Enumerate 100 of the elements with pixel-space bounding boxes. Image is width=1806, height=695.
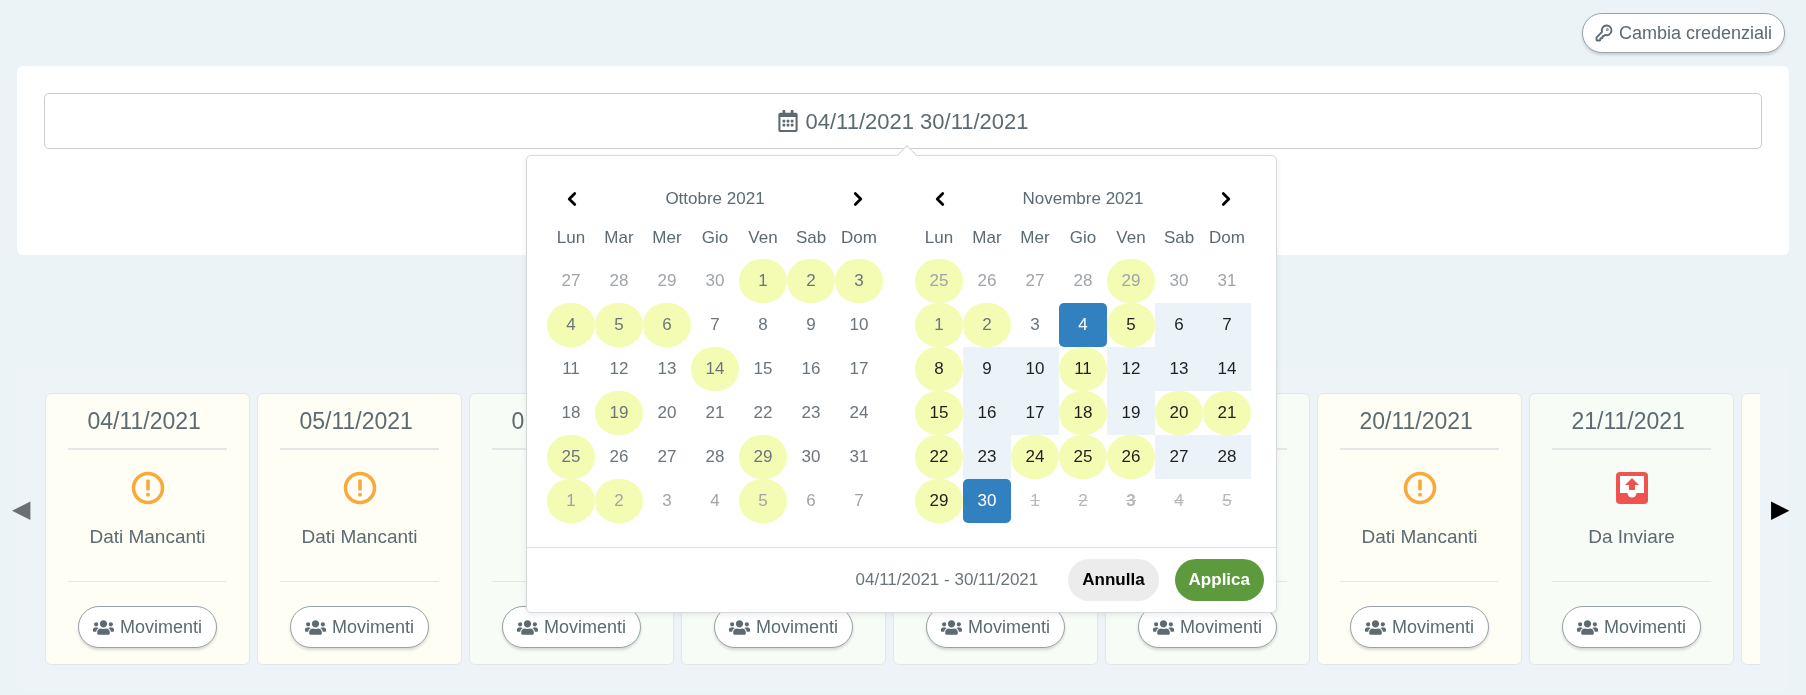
- day-cell[interactable]: 2: [963, 303, 1011, 347]
- change-credentials-button[interactable]: Cambia credenziali: [1581, 13, 1785, 53]
- warning-icon: [342, 471, 377, 505]
- month-title: Novembre 2021: [1022, 188, 1144, 211]
- day-cell[interactable]: 30: [1155, 259, 1203, 303]
- day-cell[interactable]: 14: [691, 347, 739, 391]
- day-cell[interactable]: 29: [739, 435, 787, 479]
- day-cell[interactable]: 16: [963, 391, 1011, 435]
- day-cell[interactable]: 26: [1107, 435, 1155, 479]
- card-date: 04/11/2021: [87, 407, 201, 434]
- date-range-field[interactable]: 04/11/2021 30/11/2021: [44, 93, 1762, 149]
- day-cell[interactable]: 6: [787, 479, 835, 523]
- day-cell[interactable]: 18: [547, 391, 595, 435]
- day-cell[interactable]: 25: [915, 259, 963, 303]
- day-cell[interactable]: 12: [1107, 347, 1155, 391]
- day-cell[interactable]: 20: [643, 391, 691, 435]
- day-cell[interactable]: 23: [787, 391, 835, 435]
- movements-button[interactable]: Movimenti: [1562, 606, 1701, 648]
- day-cell[interactable]: 25: [547, 435, 595, 479]
- weekday-label: Ven: [1115, 227, 1147, 250]
- day-cell[interactable]: 23: [963, 435, 1011, 479]
- day-cell[interactable]: 7: [1203, 303, 1251, 347]
- next-arrow[interactable]: ▶: [1771, 491, 1789, 527]
- day-cell[interactable]: 6: [1155, 303, 1203, 347]
- day-cell[interactable]: 21: [1203, 391, 1251, 435]
- day-cell[interactable]: 25: [1059, 435, 1107, 479]
- weekday-label: Ven: [747, 227, 779, 250]
- day-cell[interactable]: 1: [739, 259, 787, 303]
- day-cell[interactable]: 27: [547, 259, 595, 303]
- weekday-label: Mer: [651, 227, 683, 250]
- day-cell[interactable]: 24: [1011, 435, 1059, 479]
- day-cell[interactable]: 22: [739, 391, 787, 435]
- movements-button[interactable]: Movimenti: [78, 606, 217, 648]
- date-range-value: 04/11/2021 30/11/2021: [805, 107, 1029, 136]
- day-cell[interactable]: 4: [547, 303, 595, 347]
- day-cell[interactable]: 31: [1203, 259, 1251, 303]
- day-cell[interactable]: 7: [835, 479, 883, 523]
- day-cell[interactable]: 21: [691, 391, 739, 435]
- previous-arrow[interactable]: ◀: [12, 491, 30, 527]
- weekday-label: Gio: [1068, 227, 1098, 250]
- day-cell[interactable]: 10: [1011, 347, 1059, 391]
- movements-button[interactable]: Movimenti: [1350, 606, 1489, 648]
- day-cell[interactable]: 3: [643, 479, 691, 523]
- day-cell[interactable]: 13: [643, 347, 691, 391]
- day-cell[interactable]: 13: [1155, 347, 1203, 391]
- day-cell[interactable]: 29: [915, 479, 963, 523]
- day-cell[interactable]: 24: [835, 391, 883, 435]
- day-cell[interactable]: 19: [595, 391, 643, 435]
- day-cell[interactable]: 20: [1155, 391, 1203, 435]
- day-cell[interactable]: 16: [787, 347, 835, 391]
- day-cell[interactable]: 22: [915, 435, 963, 479]
- day-cell[interactable]: 11: [547, 347, 595, 391]
- day-cell[interactable]: 15: [739, 347, 787, 391]
- day-cell[interactable]: 3: [1011, 303, 1059, 347]
- weekday-label: Mar: [603, 227, 635, 250]
- key-icon: [1594, 24, 1613, 42]
- day-cell[interactable]: 31: [835, 435, 883, 479]
- day-cell[interactable]: 11: [1059, 347, 1107, 391]
- day-cell[interactable]: 5: [595, 303, 643, 347]
- warning-icon: [1402, 471, 1437, 505]
- day-cell[interactable]: 4: [691, 479, 739, 523]
- day-cell[interactable]: 18: [1059, 391, 1107, 435]
- day-cell[interactable]: 1: [915, 303, 963, 347]
- day-cell[interactable]: 26: [963, 259, 1011, 303]
- day-cell[interactable]: 12: [595, 347, 643, 391]
- day-cell[interactable]: 9: [963, 347, 1011, 391]
- day-cell[interactable]: 28: [595, 259, 643, 303]
- day-cell[interactable]: 15: [915, 391, 963, 435]
- day-cell[interactable]: 14: [1203, 347, 1251, 391]
- day-cell[interactable]: 8: [915, 347, 963, 391]
- day-cell[interactable]: 30: [787, 435, 835, 479]
- day-cell[interactable]: 27: [643, 435, 691, 479]
- card-date: 05/11/2021: [299, 407, 413, 434]
- day-cell[interactable]: 7: [691, 303, 739, 347]
- day-cell[interactable]: 28: [1203, 435, 1251, 479]
- day-cell[interactable]: 9: [787, 303, 835, 347]
- day-cell[interactable]: 6: [643, 303, 691, 347]
- day-cell[interactable]: 5: [1107, 303, 1155, 347]
- day-cell[interactable]: 3: [835, 259, 883, 303]
- day-cell[interactable]: 2: [787, 259, 835, 303]
- day-cell[interactable]: 10: [835, 303, 883, 347]
- day-cell[interactable]: 28: [1059, 259, 1107, 303]
- day-cell[interactable]: 27: [1155, 435, 1203, 479]
- day-cell[interactable]: 4: [1059, 303, 1107, 347]
- day-cell[interactable]: 17: [1011, 391, 1059, 435]
- day-cell[interactable]: 17: [835, 347, 883, 391]
- month-title: Ottobre 2021: [665, 188, 765, 211]
- day-cell[interactable]: 27: [1011, 259, 1059, 303]
- weekday-label: Sab: [1162, 227, 1196, 250]
- day-cell[interactable]: 30: [963, 479, 1011, 523]
- day-cell[interactable]: 8: [739, 303, 787, 347]
- day-cell[interactable]: 30: [691, 259, 739, 303]
- day-cell[interactable]: 19: [1107, 391, 1155, 435]
- apply-button[interactable]: Applica: [1174, 559, 1264, 601]
- day-cell[interactable]: 26: [595, 435, 643, 479]
- movements-button[interactable]: Movimenti: [290, 606, 429, 648]
- cancel-button[interactable]: Annulla: [1068, 559, 1159, 601]
- day-cell[interactable]: 29: [643, 259, 691, 303]
- day-cell[interactable]: 28: [691, 435, 739, 479]
- weekday-label: Gio: [700, 227, 730, 250]
